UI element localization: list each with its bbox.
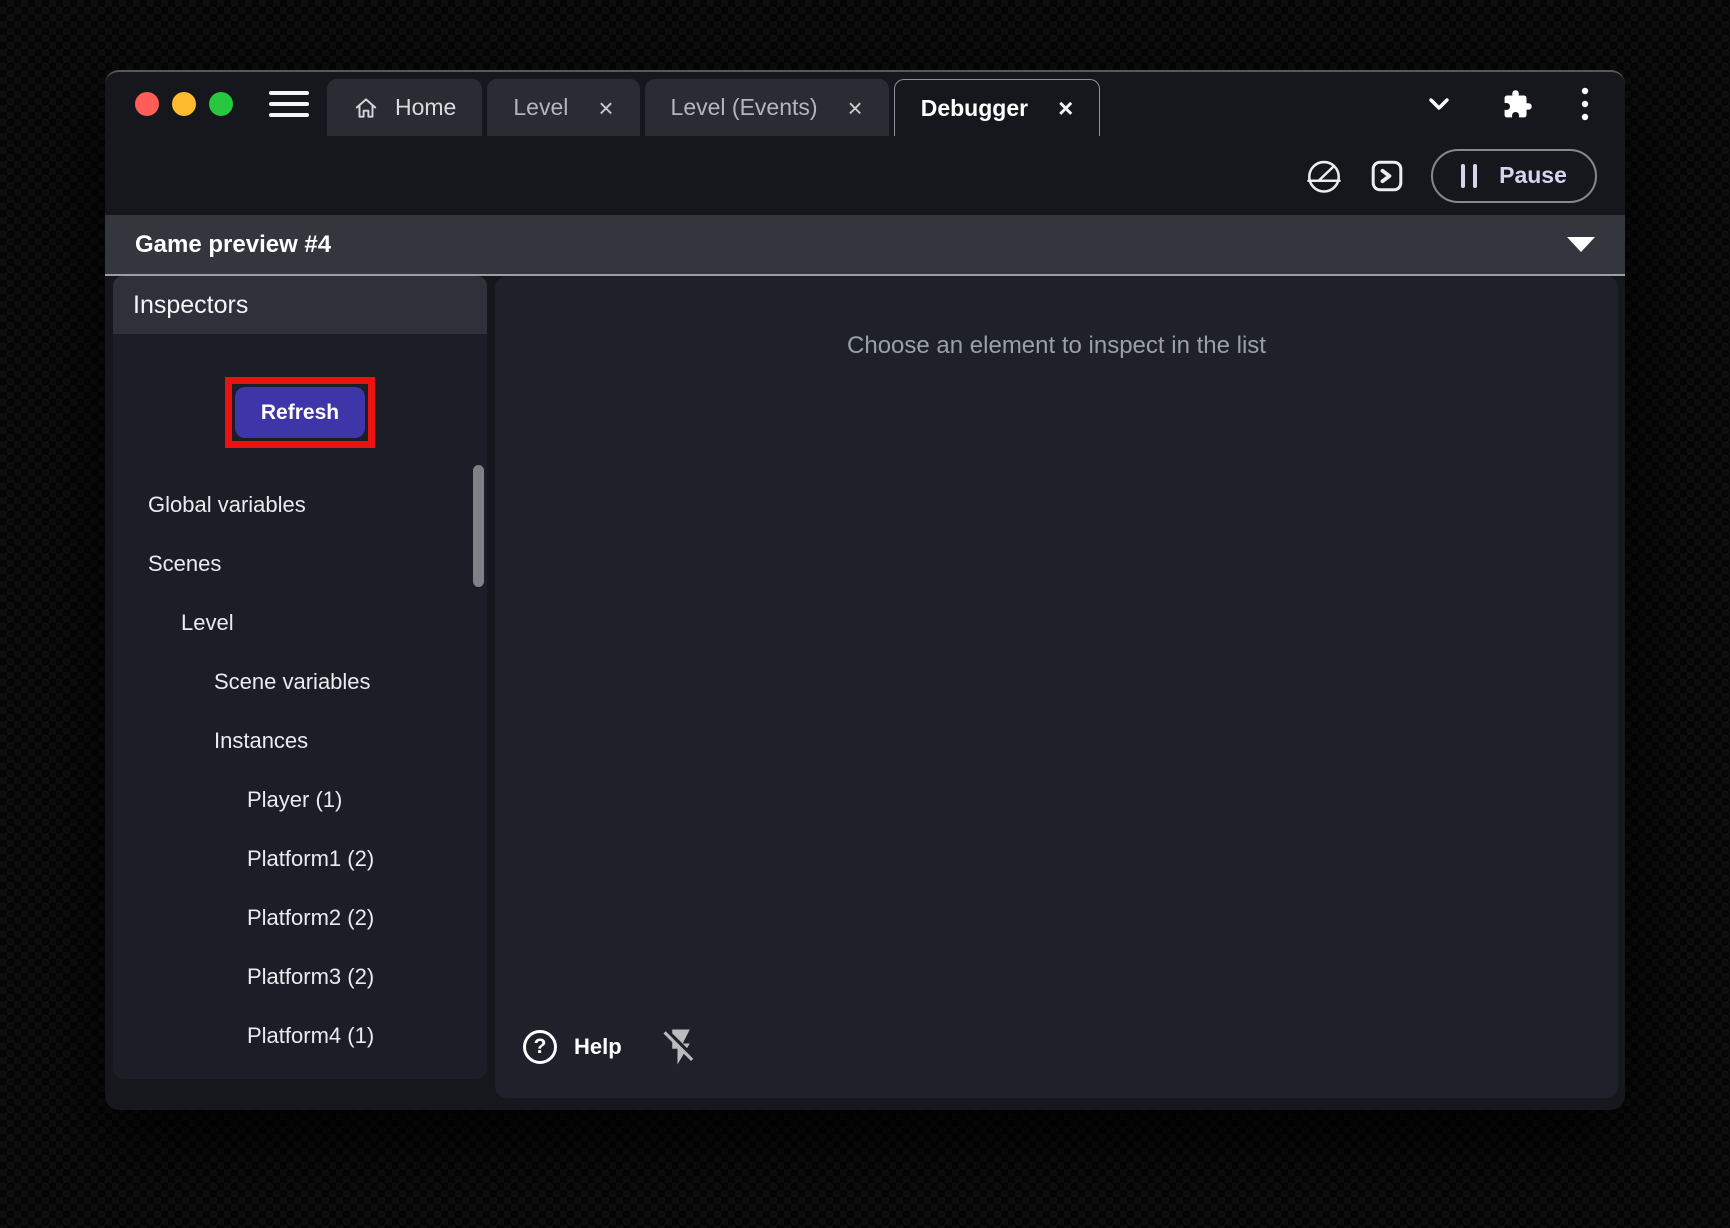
- sidebar-item-label: Platform3 (2): [247, 964, 374, 990]
- pause-label: Pause: [1499, 162, 1567, 189]
- tab-close-icon[interactable]: ×: [598, 95, 613, 121]
- extensions-puzzle-icon[interactable]: [1502, 89, 1533, 120]
- sidebar-item-label: Instances: [214, 728, 308, 754]
- window-controls: [135, 92, 233, 116]
- flash-off-icon[interactable]: [660, 1026, 702, 1068]
- zoom-window-button[interactable]: [209, 92, 233, 116]
- kebab-menu-icon[interactable]: [1581, 87, 1589, 121]
- tab-strip: Home Level × Level (Events) × Debugger ×: [327, 72, 1100, 136]
- dropdown-caret-icon[interactable]: [1567, 237, 1595, 252]
- sidebar-item-label: Scenes: [148, 551, 221, 577]
- tab-close-icon[interactable]: ×: [1058, 95, 1073, 121]
- bottom-actions: ? Help: [523, 1026, 702, 1068]
- sidebar-header: Inspectors: [113, 276, 487, 334]
- chevron-down-icon[interactable]: [1424, 89, 1454, 119]
- inspectors-sidebar: Inspectors Refresh Global variables Scen…: [113, 276, 487, 1079]
- empty-state-message: Choose an element to inspect in the list: [495, 332, 1618, 360]
- tab-debugger[interactable]: Debugger ×: [894, 79, 1101, 136]
- tab-label: Home: [395, 94, 456, 121]
- tab-level[interactable]: Level ×: [487, 79, 639, 136]
- sidebar-item-label: Scene variables: [214, 669, 371, 695]
- sidebar-item-label: Platform1 (2): [247, 846, 374, 872]
- inspector-detail-panel: Choose an element to inspect in the list…: [495, 276, 1618, 1098]
- help-label: Help: [574, 1034, 622, 1060]
- sidebar-item-label: Platform2 (2): [247, 905, 374, 931]
- tab-close-icon[interactable]: ×: [848, 95, 863, 121]
- tab-bar: Home Level × Level (Events) × Debugger ×: [105, 72, 1625, 136]
- game-preview-selector[interactable]: Game preview #4: [105, 215, 1625, 274]
- sidebar-item[interactable]: Platform1 (2): [113, 829, 487, 888]
- main-menu-icon[interactable]: [269, 91, 309, 117]
- tab-label: Debugger: [921, 95, 1028, 122]
- minimize-window-button[interactable]: [172, 92, 196, 116]
- sidebar-item-label: Level: [181, 610, 234, 636]
- profiler-gauge-icon[interactable]: [1305, 157, 1343, 195]
- sidebar-item[interactable]: Player (1): [113, 770, 487, 829]
- help-button[interactable]: ? Help: [523, 1030, 622, 1064]
- debugger-content: Inspectors Refresh Global variables Scen…: [105, 276, 1625, 1110]
- app-window: Home Level × Level (Events) × Debugger ×: [105, 70, 1625, 1110]
- sidebar-body: Refresh Global variables Scenes Level Sc…: [113, 334, 487, 1079]
- sidebar-item[interactable]: Platform3 (2): [113, 947, 487, 1006]
- sidebar-item[interactable]: Global variables: [113, 475, 487, 534]
- sidebar-item-label: Global variables: [148, 492, 306, 518]
- sidebar-item[interactable]: Platform2 (2): [113, 888, 487, 947]
- sidebar-item[interactable]: Level: [113, 593, 487, 652]
- tab-label: Level (Events): [671, 94, 818, 121]
- debugger-toolbar: Pause: [105, 136, 1625, 215]
- inspector-list: Global variables Scenes Level Scene vari…: [113, 475, 487, 1065]
- tab-level-events[interactable]: Level (Events) ×: [645, 79, 889, 136]
- preview-title: Game preview #4: [135, 231, 331, 259]
- sidebar-scrollbar[interactable]: [473, 465, 484, 587]
- sidebar-item-label: Platform4 (1): [247, 1023, 374, 1049]
- pause-icon: [1461, 164, 1477, 188]
- sidebar-item[interactable]: Instances: [113, 711, 487, 770]
- console-icon[interactable]: [1369, 158, 1405, 194]
- sidebar-item[interactable]: Scene variables: [113, 652, 487, 711]
- sidebar-item[interactable]: Scenes: [113, 534, 487, 593]
- refresh-button[interactable]: Refresh: [235, 387, 365, 438]
- sidebar-item-label: Player (1): [247, 787, 342, 813]
- help-icon: ?: [523, 1030, 557, 1064]
- annotation-highlight: Refresh: [225, 377, 375, 448]
- tab-label: Level: [513, 94, 568, 121]
- tab-bar-actions: [1424, 87, 1625, 121]
- tab-home[interactable]: Home: [327, 79, 482, 136]
- close-window-button[interactable]: [135, 92, 159, 116]
- sidebar-item[interactable]: Platform4 (1): [113, 1006, 487, 1065]
- home-icon: [353, 95, 379, 121]
- pause-button[interactable]: Pause: [1431, 149, 1597, 203]
